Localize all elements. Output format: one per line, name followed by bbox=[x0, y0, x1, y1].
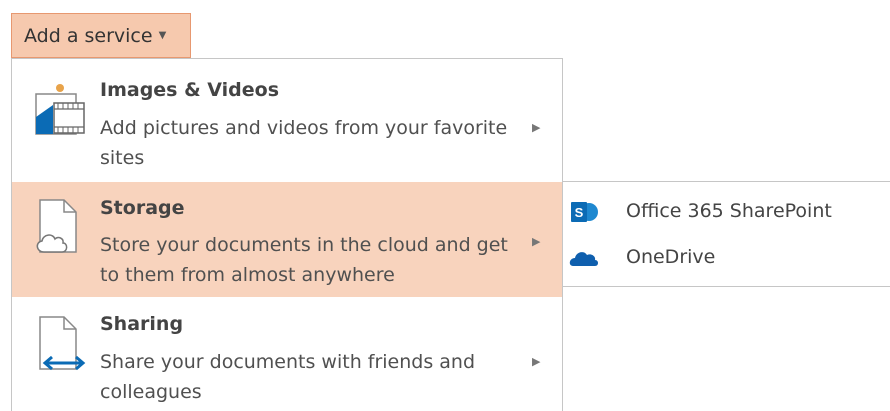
sharepoint-icon: S bbox=[571, 202, 598, 222]
submenu-item-sharepoint[interactable]: S Office 365 SharePoint bbox=[563, 190, 890, 234]
svg-text:S: S bbox=[575, 205, 584, 220]
share-document-icon bbox=[39, 316, 86, 371]
menu-item-images-videos[interactable]: Images & Videos Add pictures and videos … bbox=[12, 59, 562, 182]
menu-item-title: Storage bbox=[100, 197, 185, 219]
submenu-item-label: OneDrive bbox=[626, 246, 716, 268]
app-stage: Add a service ▼ Images & Videos Add pict… bbox=[0, 0, 890, 411]
add-service-button[interactable]: Add a service ▼ bbox=[11, 13, 191, 58]
onedrive-icon bbox=[569, 252, 598, 266]
caret-down-icon: ▼ bbox=[158, 30, 167, 41]
menu-item-storage[interactable]: Storage Store your documents in the clou… bbox=[12, 182, 562, 297]
storage-submenu: S Office 365 SharePoint OneDrive bbox=[562, 181, 890, 287]
submenu-item-onedrive[interactable]: OneDrive bbox=[563, 236, 890, 280]
chevron-right-icon: ▶ bbox=[532, 121, 541, 134]
menu-item-sharing[interactable]: Sharing Share your documents with friend… bbox=[12, 297, 562, 411]
submenu-item-label: Office 365 SharePoint bbox=[626, 200, 832, 222]
add-service-label: Add a service bbox=[24, 24, 153, 47]
menu-item-description: Share your documents with friends and co… bbox=[100, 351, 476, 403]
menu-item-title: Images & Videos bbox=[100, 79, 280, 101]
menu-item-title: Sharing bbox=[100, 313, 184, 335]
cloud-document-icon bbox=[36, 199, 77, 253]
menu-item-description: Store your documents in the cloud and ge… bbox=[100, 234, 508, 286]
images-videos-icon bbox=[35, 84, 85, 135]
menu-item-description: Add pictures and videos from your favori… bbox=[100, 117, 508, 169]
service-menu: Images & Videos Add pictures and videos … bbox=[11, 58, 563, 411]
chevron-right-icon: ▶ bbox=[532, 235, 541, 248]
chevron-right-icon: ▶ bbox=[532, 355, 541, 368]
